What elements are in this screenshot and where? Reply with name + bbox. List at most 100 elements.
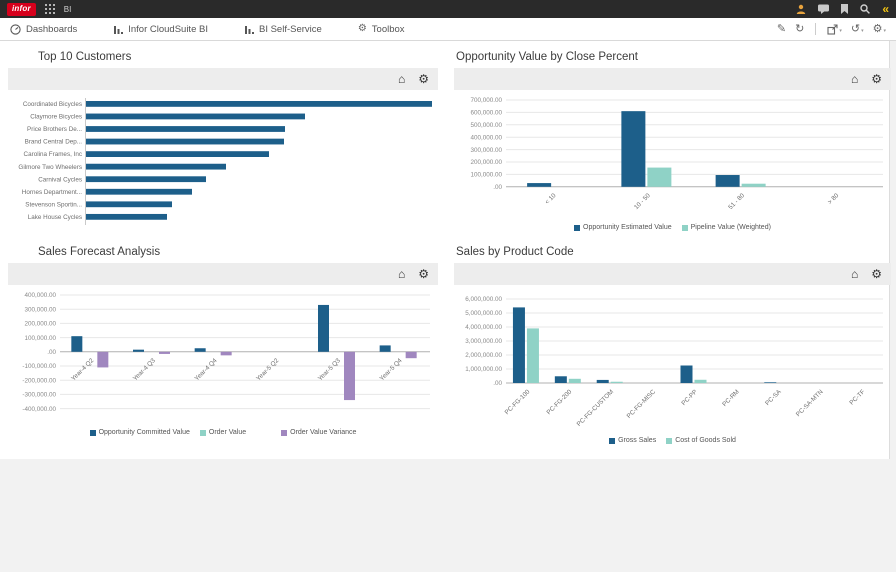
svg-text:-400,000.00: -400,000.00 [22,406,56,413]
legend-swatch [281,429,288,436]
svg-text:PC-FG-CUSTOM: PC-FG-CUSTOM [576,388,615,427]
panel-toolbar: ⌂ ⚙ [8,68,438,90]
home-icon[interactable]: ⌂ [398,268,405,280]
legend-item: Order Value Variance [281,429,356,436]
home-icon[interactable]: ⌂ [851,268,858,280]
dashboard-area: Top 10 Customers ⌂ ⚙ Coordinated Bicycle… [0,41,891,459]
svg-text:3,000,000.00: 3,000,000.00 [465,338,502,345]
svg-text:PC-PP: PC-PP [680,388,699,407]
panel-sales-by-product-code: Sales by Product Code ⌂ ⚙ 6,000,000.00 5,… [454,242,891,447]
nav-item-infor-cloudsuite-bi[interactable]: Infor CloudSuite BI [113,24,208,35]
svg-text:2,000,000.00: 2,000,000.00 [465,352,502,359]
svg-text:-200,000.00: -200,000.00 [22,377,56,384]
legend-item: Opportunity Committed Value [89,429,190,436]
infor-logo[interactable]: infor [7,2,36,16]
caret-down-icon: ▾ [839,27,842,34]
bookmark-icon[interactable] [841,4,849,14]
svg-text:Price Brothers De...: Price Brothers De... [27,126,82,133]
collapse-panel-icon[interactable]: « [882,3,889,15]
panel-toolbar: ⌂ ⚙ [454,68,891,90]
settings-gear-icon[interactable]: ⚙ ▾ [873,23,886,35]
svg-text:600,000.00: 600,000.00 [470,110,502,117]
nav-item-label: Dashboards [26,23,78,35]
sales-by-product-code-chart: 6,000,000.00 5,000,000.00 4,000,000.00 3,00… [465,296,883,428]
chart-legend: Gross Sales Cost of Goods Sold [454,434,891,447]
top-10-customers-chart: Coordinated Bicycles Claymore Bicycles Pri… [18,98,432,225]
gear-icon[interactable]: ⚙ [418,73,429,85]
user-icon[interactable] [796,4,806,14]
legend-swatch [89,429,96,436]
gear-icon[interactable]: ⚙ [871,73,882,85]
svg-text:Carnival Cycles: Carnival Cycles [38,176,82,183]
bar-chart-icon [113,24,124,34]
home-icon[interactable]: ⌂ [851,73,858,85]
svg-text:10 - 50: 10 - 50 [633,192,652,211]
legend-swatch [666,437,673,444]
panel-top-10-customers: Top 10 Customers ⌂ ⚙ Coordinated Bicycle… [8,47,438,234]
app-label: BI [63,4,72,14]
svg-text:Gilmore Two Wheelers: Gilmore Two Wheelers [18,164,82,171]
share-icon[interactable]: ▾ [827,23,842,35]
svg-text:.00: .00 [493,380,502,387]
opportunity-value-chart: 700,000.00 600,000.00 500,000.00 400,000.00… [470,97,883,211]
svg-text:PC-TF: PC-TF [848,388,866,406]
app-grid-icon[interactable] [44,4,55,14]
legend-item: Cost of Goods Sold [666,437,736,444]
svg-text:PC-RM: PC-RM [721,388,741,408]
sales-forecast-chart: 400,000.00 300,000.00 200,000.00 100,000.00… [22,292,430,413]
gauge-icon [10,23,21,35]
caret-down-icon: ▾ [861,27,864,34]
gear-icon[interactable]: ⚙ [871,268,882,280]
svg-text:Lake House Cycles: Lake House Cycles [28,214,82,221]
nav-action-icons: ✎ ↻ ▾ ↺ ▾ ⚙ ▾ [777,23,886,35]
svg-text:6,000,000.00: 6,000,000.00 [465,296,502,303]
nav-item-toolbox[interactable]: ⚙ Toolbox [358,24,405,35]
svg-text:Claymore Bicycles: Claymore Bicycles [30,114,82,121]
message-icon[interactable] [818,4,830,14]
nav-item-dashboards[interactable]: Dashboards [10,24,77,35]
home-icon[interactable]: ⌂ [398,73,405,85]
panel-title: Sales Forecast Analysis [38,246,161,258]
svg-text:100,000.00: 100,000.00 [470,172,502,179]
nav-item-bi-self-service[interactable]: BI Self-Service [244,24,322,35]
gear-icon[interactable]: ⚙ [418,268,429,280]
svg-text:PC-FG-200: PC-FG-200 [546,388,574,416]
svg-text:5,000,000.00: 5,000,000.00 [465,310,502,317]
svg-text:200,000.00: 200,000.00 [470,159,502,166]
svg-text:-100,000.00: -100,000.00 [22,363,56,370]
svg-text:100,000.00: 100,000.00 [24,335,56,342]
nav-bar: Dashboards Infor CloudSuite BI BI Self-S… [0,18,896,41]
svg-text:400,000.00: 400,000.00 [24,292,56,299]
legend-swatch [681,224,688,231]
svg-text:300,000.00: 300,000.00 [470,147,502,154]
svg-text:.00: .00 [493,184,502,191]
chart-container: 700,000.00 600,000.00 500,000.00 400,000.00… [454,90,891,234]
svg-text:PC-FG-MISC: PC-FG-MISC [626,388,658,420]
legend-item: Order Value [199,429,246,436]
search-icon[interactable] [860,4,871,14]
legend-swatch [199,429,206,436]
svg-text:Year-4 Q3: Year-4 Q3 [132,357,157,382]
svg-text:Stevenson Sportin...: Stevenson Sportin... [25,201,82,208]
panel-opportunity-value-by-close-percent: Opportunity Value by Close Percent ⌂ ⚙ 7… [454,47,891,234]
undo-history-icon[interactable]: ↺ ▾ [851,23,864,35]
svg-text:400,000.00: 400,000.00 [470,134,502,141]
svg-text:.00: .00 [47,349,56,356]
svg-text:Coordinated Bicycles: Coordinated Bicycles [23,101,82,108]
panel-title: Top 10 Customers [38,51,132,63]
edit-icon[interactable]: ✎ [777,23,786,35]
legend-swatch [609,437,616,444]
chart-legend: Opportunity Committed Value Order Value Or… [8,426,438,439]
svg-text:Hornes Department...: Hornes Department... [22,189,82,196]
refresh-icon[interactable]: ↻ [795,23,804,35]
svg-text:Year-5 Q3: Year-5 Q3 [317,357,342,382]
panel-toolbar: ⌂ ⚙ [8,263,438,285]
svg-text:< 10: < 10 [544,192,558,206]
nav-item-label: BI Self-Service [258,23,322,35]
legend-item: Gross Sales [609,437,656,444]
chart-container: Coordinated Bicycles Claymore Bicycles Pri… [8,90,438,233]
nav-item-label: Toolbox [371,23,405,35]
svg-text:Year-5 Q2: Year-5 Q2 [255,357,280,382]
svg-text:> 80: > 80 [827,192,841,206]
svg-text:-300,000.00: -300,000.00 [22,392,56,399]
